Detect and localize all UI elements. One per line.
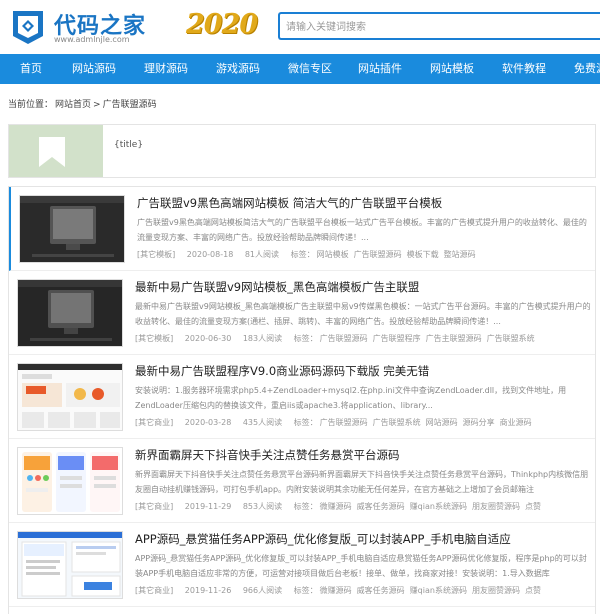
item-tags-label: 标签： xyxy=(293,502,318,511)
nav-item-finance-source[interactable]: 理财源码 xyxy=(144,54,188,84)
item-title[interactable]: 最新中易广告联盟v9网站模板_黑色高端模板广告主联盟 xyxy=(135,279,419,295)
item-tags-label: 标签： xyxy=(290,250,315,259)
thumbnail[interactable] xyxy=(19,195,125,263)
site-logo[interactable]: 代码之家 www.admlnjle.com xyxy=(8,6,180,48)
item-tag[interactable]: 整站源码 xyxy=(444,250,476,259)
item-tag[interactable]: 广告联盟源码 xyxy=(320,418,368,427)
item-tag[interactable]: 威客任务源码 xyxy=(357,502,405,511)
breadcrumb-separator: > xyxy=(93,100,101,110)
item-views: 81人阅读 xyxy=(244,250,280,259)
item-category[interactable]: [其它商业] xyxy=(135,586,173,595)
item-tag[interactable]: 威客任务源码 xyxy=(357,586,405,595)
item-tag[interactable]: 网站源码 xyxy=(426,418,458,427)
item-views: 435人阅读 xyxy=(242,418,283,427)
item-title[interactable]: APP源码_悬赏猫任务APP源码_优化修复版_可以封装APP_手机电脑自适应 xyxy=(135,531,511,547)
item-description: 广告联盟v9黑色高端网站模板简洁大气的广告联盟平台模板一站式广告平台模板。丰富的… xyxy=(137,218,587,242)
item-date: 2020-03-28 xyxy=(184,418,232,427)
banner-image xyxy=(9,125,103,177)
nav-item-wechat[interactable]: 微信专区 xyxy=(288,54,332,84)
item-meta: [其它商业] 2020-03-28 435人阅读 标签： 广告联盟源码 广告联盟系统… xyxy=(135,417,593,428)
year-badge: 2020 xyxy=(186,9,258,40)
item-tag[interactable]: 广告联盟程序 xyxy=(373,334,421,343)
item-tag[interactable]: 赚qian系统源码 xyxy=(410,586,467,595)
item-date: 2020-06-30 xyxy=(184,334,232,343)
item-tag[interactable]: 商业源码 xyxy=(500,418,532,427)
item-tags-label: 标签： xyxy=(293,334,318,343)
item-date: 2019-11-26 xyxy=(184,586,232,595)
nav-item-game-source[interactable]: 游戏源码 xyxy=(216,54,260,84)
item-meta: [其它商业] 2019-11-29 853人阅读 标签： 微赚源码 威客任务源码 赚q… xyxy=(135,501,593,512)
item-tag[interactable]: 点赞 xyxy=(525,586,541,595)
list-item: 新界面霸屏天下抖音快手关注点赞任务悬赏平台源码 新界面霸屏天下抖音快手关注点赞任… xyxy=(9,439,595,523)
item-tag[interactable]: 赚qian系统源码 xyxy=(410,502,467,511)
item-date: 2019-11-29 xyxy=(184,502,232,511)
item-tags-label: 标签： xyxy=(293,418,318,427)
nav-item-templates[interactable]: 网站模板 xyxy=(430,54,474,84)
item-tag[interactable]: 微赚源码 xyxy=(320,502,352,511)
item-tag[interactable]: 微赚源码 xyxy=(320,586,352,595)
breadcrumb-prefix: 当前位置： xyxy=(8,100,54,110)
article-list: 广告联盟v9黑色高端网站模板 简洁大气的广告联盟平台模板 广告联盟v9黑色高端网… xyxy=(8,186,596,614)
item-description: 最新中易广告联盟v9网站模板_黑色高端模板广告主联盟中易v9传媒黑色模板：一站式… xyxy=(135,302,591,326)
breadcrumb-home-link[interactable]: 网站首页 xyxy=(55,100,91,110)
item-date: 2020-08-18 xyxy=(186,250,234,259)
item-meta: [其它模板] 2020-08-18 81人阅读 标签： 网站模板 广告联盟源码 模板下… xyxy=(137,249,595,260)
item-tag[interactable]: 点赞 xyxy=(525,502,541,511)
nav-item-free-source[interactable]: 免费源码 xyxy=(574,54,600,84)
item-tag[interactable]: 源码分享 xyxy=(463,418,495,427)
banner-title: {title} xyxy=(114,140,144,150)
item-category[interactable]: [其它商业] xyxy=(135,502,173,511)
item-views: 966人阅读 xyxy=(242,586,283,595)
item-tag[interactable]: 广告主联盟源码 xyxy=(426,334,482,343)
main-nav: 首页 网站源码 理财源码 游戏源码 微信专区 网站插件 网站模板 软件教程 免费… xyxy=(0,54,600,84)
item-title[interactable]: 广告联盟v9黑色高端网站模板 简洁大气的广告联盟平台模板 xyxy=(137,195,442,211)
item-description: APP源码_悬赏猫任务APP源码_优化修复版_可以封装APP_手机电脑自适应悬赏… xyxy=(135,554,587,578)
thumbnail[interactable] xyxy=(17,363,123,431)
thumbnail[interactable] xyxy=(17,279,123,347)
site-header: 代码之家 www.admlnjle.com 2020 xyxy=(0,0,600,54)
item-category[interactable]: [其它模板] xyxy=(137,250,175,259)
item-tag[interactable]: 广告联盟源码 xyxy=(354,250,402,259)
category-banner: {title} xyxy=(8,124,596,178)
item-tags-label: 标签： xyxy=(293,586,318,595)
item-views: 853人阅读 xyxy=(242,502,283,511)
nav-item-home[interactable]: 首页 xyxy=(20,54,42,84)
breadcrumb: 当前位置： 网站首页 > 广告联盟源码 xyxy=(8,97,159,110)
list-item: APP源码_悬赏猫任务APP源码_优化修复版_可以封装APP_手机电脑自适应 A… xyxy=(9,523,595,607)
item-description: 安装说明：1.服务器环境需求php5.4+ZendLoader+mysql2.在… xyxy=(135,386,567,410)
bookmark-icon xyxy=(39,137,65,167)
search-input[interactable] xyxy=(286,18,586,36)
nav-item-website-source[interactable]: 网站源码 xyxy=(72,54,116,84)
nav-item-tutorials[interactable]: 软件教程 xyxy=(502,54,546,84)
breadcrumb-current[interactable]: 广告联盟源码 xyxy=(103,100,157,110)
search-box xyxy=(278,12,600,40)
item-category[interactable]: [其它商业] xyxy=(135,418,173,427)
item-title[interactable]: 最新中易广告联盟程序V9.0商业源码源码下载版 完美无错 xyxy=(135,363,429,379)
item-tag[interactable]: 广告联盟系统 xyxy=(487,334,535,343)
item-tag[interactable]: 网站模板 xyxy=(317,250,349,259)
item-tag[interactable]: 广告联盟源码 xyxy=(320,334,368,343)
item-meta: [其它模板] 2020-06-30 183人阅读 标签： 广告联盟源码 广告联盟程序… xyxy=(135,333,593,344)
item-tag[interactable]: 朋友圈赞源码 xyxy=(472,502,520,511)
item-title[interactable]: 新界面霸屏天下抖音快手关注点赞任务悬赏平台源码 xyxy=(135,447,400,463)
logo-diamond-icon xyxy=(13,11,43,44)
item-tag[interactable]: 朋友圈赞源码 xyxy=(472,586,520,595)
thumbnail[interactable] xyxy=(17,531,123,599)
list-item: 最新中易广告联盟v9网站模板_黑色高端模板广告主联盟 最新中易广告联盟v9网站模… xyxy=(9,271,595,355)
item-description: 新界面霸屏天下抖音快手关注点赞任务悬赏平台源码新界面霸屏天下抖音快手关注点赞任务… xyxy=(135,470,589,494)
thumbnail[interactable] xyxy=(17,447,123,515)
item-views: 183人阅读 xyxy=(242,334,283,343)
item-tag[interactable]: 模板下载 xyxy=(407,250,439,259)
logo-url: www.admlnjle.com xyxy=(54,35,130,44)
nav-item-plugins[interactable]: 网站插件 xyxy=(358,54,402,84)
list-item: 广告联盟v9黑色高端网站模板 简洁大气的广告联盟平台模板 广告联盟v9黑色高端网… xyxy=(9,187,595,271)
item-meta: [其它商业] 2019-11-26 966人阅读 标签： 微赚源码 威客任务源码 赚q… xyxy=(135,585,593,596)
item-tag[interactable]: 广告联盟系统 xyxy=(373,418,421,427)
list-item: 最新中易广告联盟程序V9.0商业源码源码下载版 完美无错 安装说明：1.服务器环… xyxy=(9,355,595,439)
item-category[interactable]: [其它模板] xyxy=(135,334,173,343)
